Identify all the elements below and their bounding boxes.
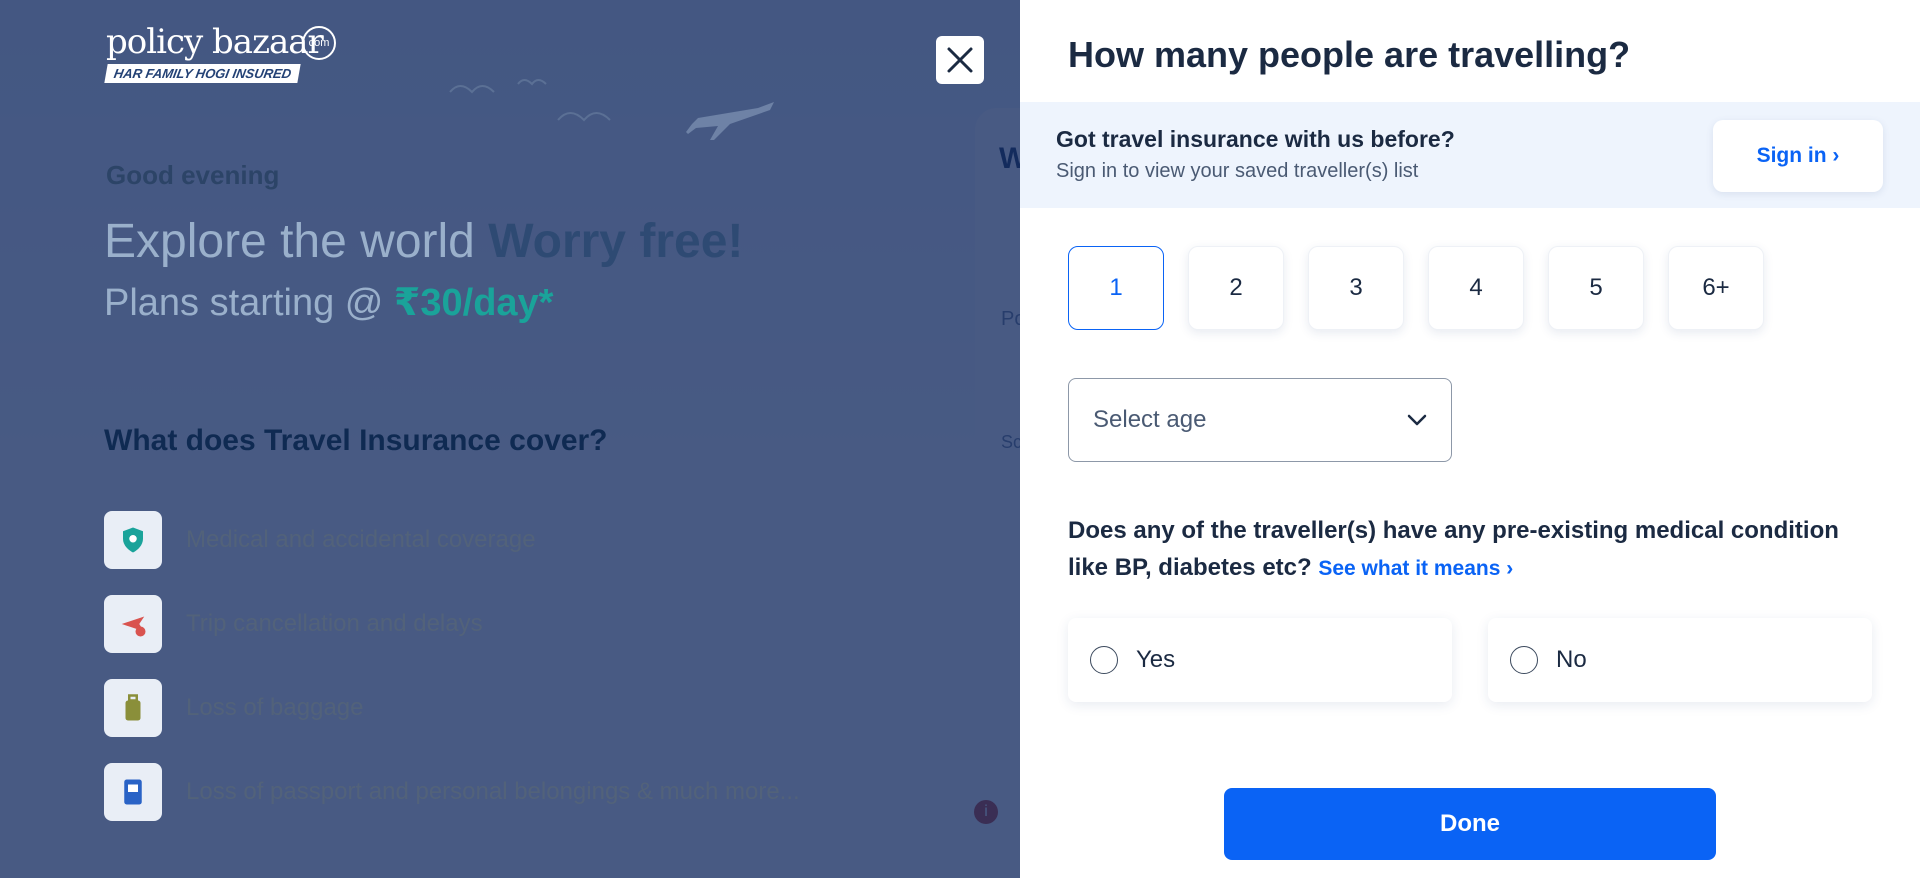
close-button[interactable]: [936, 36, 984, 84]
hero-headline: Explore the world Worry free!: [104, 214, 743, 269]
traveller-count-selector: 1 2 3 4 5 6+: [1068, 246, 1764, 330]
cover-item: Loss of passport and personal belongings…: [104, 750, 800, 834]
sign-in-button[interactable]: Sign in ›: [1713, 120, 1883, 192]
traveller-count-3[interactable]: 3: [1308, 246, 1404, 330]
passport-icon: [104, 763, 162, 821]
radio-yes-label: Yes: [1136, 646, 1176, 673]
cover-item: Medical and accidental coverage: [104, 498, 800, 582]
cover-item-label: Loss of passport and personal belongings…: [186, 778, 800, 805]
cover-list: Medical and accidental coverage Trip can…: [104, 498, 800, 834]
traveller-drawer: How many people are travelling? Got trav…: [1020, 0, 1920, 878]
greeting-text: Good evening: [106, 160, 280, 190]
traveller-count-1[interactable]: 1: [1068, 246, 1164, 330]
logo-com-badge: com: [302, 26, 336, 60]
medical-no-option[interactable]: No: [1488, 618, 1872, 702]
plane-cancel-icon: [104, 595, 162, 653]
cover-item-label: Trip cancellation and delays: [186, 610, 483, 637]
modal-overlay[interactable]: policy bazaar com HAR FAMILY HOGI INSURE…: [0, 0, 1020, 878]
medical-yes-option[interactable]: Yes: [1068, 618, 1452, 702]
signin-banner: Got travel insurance with us before? Sig…: [1020, 102, 1920, 208]
plans-starting-text: Plans starting @ ₹30/day*: [104, 280, 553, 325]
birds-plane-illustration: [449, 79, 774, 140]
plans-prefix: Plans starting @: [104, 282, 394, 324]
traveller-count-4[interactable]: 4: [1428, 246, 1524, 330]
medical-condition-question: Does any of the traveller(s) have any pr…: [1068, 512, 1868, 587]
baggage-icon: [104, 679, 162, 737]
signin-question: Got travel insurance with us before?: [1056, 126, 1455, 152]
hero-headline-bold: Worry free!: [488, 215, 744, 268]
age-select-placeholder: Select age: [1093, 406, 1207, 433]
cover-item-label: Medical and accidental coverage: [186, 526, 536, 553]
radio-no-label: No: [1556, 646, 1587, 673]
traveller-count-2[interactable]: 2: [1188, 246, 1284, 330]
done-button[interactable]: Done: [1224, 788, 1716, 860]
drawer-title: How many people are travelling?: [1068, 34, 1631, 75]
radio-yes[interactable]: [1090, 646, 1118, 674]
cover-item: Loss of baggage: [104, 666, 800, 750]
close-icon: [947, 47, 973, 73]
policybazaar-logo: policy bazaar com HAR FAMILY HOGI INSURE…: [104, 22, 336, 83]
shield-icon: [104, 511, 162, 569]
cover-section-title: What does Travel Insurance cover?: [104, 424, 608, 457]
chevron-down-icon: [1407, 414, 1427, 426]
radio-no[interactable]: [1510, 646, 1538, 674]
signin-subtitle: Sign in to view your saved traveller(s) …: [1056, 160, 1419, 182]
see-what-it-means-link[interactable]: See what it means ›: [1318, 557, 1513, 580]
age-select-dropdown[interactable]: Select age: [1068, 378, 1452, 462]
logo-tagline: HAR FAMILY HOGI INSURED: [104, 64, 301, 83]
traveller-count-5[interactable]: 5: [1548, 246, 1644, 330]
traveller-count-6-plus[interactable]: 6+: [1668, 246, 1764, 330]
cover-item: Trip cancellation and delays: [104, 582, 800, 666]
cover-item-label: Loss of baggage: [186, 694, 364, 721]
hero-headline-light: Explore the world: [104, 215, 489, 268]
plans-price: ₹30/day*: [393, 282, 554, 324]
